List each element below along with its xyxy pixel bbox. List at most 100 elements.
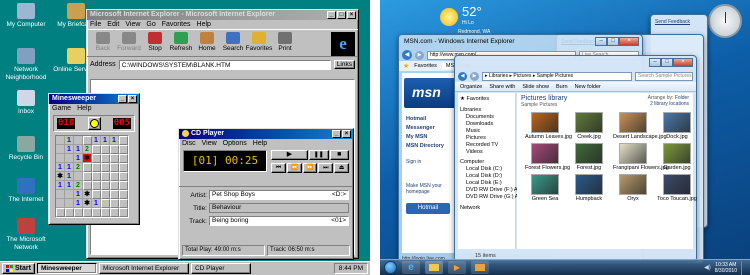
mine-cell[interactable]: 1 [74,190,83,199]
address-input[interactable]: C:\WINDOWS\SYSTEM\BLANK.HTM [118,59,331,70]
mine-cell[interactable]: 1 [74,199,83,208]
mine-cell[interactable]: 1 [92,199,101,208]
start-button[interactable]: Start [2,263,35,274]
print-button[interactable]: Print [272,32,298,52]
artist-select[interactable]: Pet Shop Boys <D:> [209,190,349,200]
hotmail-button[interactable]: Hotmail [406,203,450,214]
mine-cell[interactable]: 1 [65,163,74,172]
play-icon[interactable]: ▶ [271,150,308,160]
mine-cell[interactable] [119,136,128,145]
signin-link[interactable]: Sign in [406,159,421,165]
mine-cell[interactable]: 2 [74,181,83,190]
mine-cell[interactable] [119,145,128,154]
nav-local-disk-d[interactable]: Local Disk (D:) [458,173,515,180]
picture-item[interactable]: Autumn Leaves.jpg [525,112,572,140]
taskbar-item-cd-player[interactable]: CD Player [190,263,251,274]
mine-cell[interactable] [101,181,110,190]
toolbar-burn[interactable]: Burn [556,83,568,90]
picture-item[interactable]: Oryx [613,174,653,202]
maximize-icon[interactable]: □ [661,58,673,67]
mine-cell[interactable] [56,145,65,154]
mine-cell[interactable] [119,181,128,190]
nav-favorites[interactable]: ★ Favorites [458,96,515,103]
mine-cell[interactable] [101,145,110,154]
mine-cell[interactable]: 1 [65,136,74,145]
msn-link-my-msn[interactable]: My MSN [406,133,444,142]
mine-cell[interactable] [56,154,65,163]
mine-cell[interactable] [74,172,83,181]
home-button[interactable]: Home [194,32,220,52]
picture-item[interactable]: Humpback [569,174,609,202]
msn-link-messenger[interactable]: Messenger [406,124,444,133]
mine-cell[interactable] [101,208,110,217]
forward-icon[interactable]: ▶ [415,50,424,60]
tray-date[interactable]: 8/30/2010 [715,268,737,274]
mine-cell[interactable]: 1 [56,181,65,190]
mine-cell[interactable] [119,190,128,199]
search-button[interactable]: Search [220,32,246,52]
mine-cell[interactable]: 2 [83,145,92,154]
library-locations[interactable]: 2 library locations [648,101,689,107]
mine-cell[interactable]: ✱ [83,154,92,163]
mine-cell[interactable] [119,163,128,172]
minimize-icon[interactable]: _ [332,130,341,138]
taskbar-folder-icon[interactable] [471,261,489,274]
msn-link-msn-directory[interactable]: MSN Directory [406,142,444,151]
mine-cell[interactable] [110,199,119,208]
mine-cell[interactable] [92,172,101,181]
nav-downloads[interactable]: Downloads [458,121,515,128]
mine-cell[interactable] [92,190,101,199]
breadcrumb[interactable]: ▸ Libraries ▸ Pictures ▸ Sample Pictures [482,71,632,81]
mine-cell[interactable] [65,154,74,163]
nav-music[interactable]: Music [458,128,515,135]
mine-cell[interactable] [56,136,65,145]
mine-cell[interactable] [101,199,110,208]
pause-icon[interactable]: ❚❚ [309,150,329,160]
close-icon[interactable]: × [342,130,351,138]
mine-cell[interactable] [110,154,119,163]
nav-computer[interactable]: Computer [458,159,515,166]
mine-cell[interactable] [119,208,128,217]
track-select[interactable]: Being boring <01> [209,216,349,226]
msn-link-hotmail[interactable]: Hotmail [406,115,444,124]
refresh-button[interactable]: Refresh [168,32,194,52]
taskbar-media-icon[interactable]: ▶ [448,261,466,274]
picture-item[interactable]: Frangipani Flowers.jpg [613,143,669,171]
nav-documents[interactable]: Documents [458,114,515,121]
mine-cell[interactable]: 1 [65,172,74,181]
favorites-button[interactable]: Favorites [246,32,272,52]
desktop-icon-the-microsoft-network[interactable]: The Microsoft Network [0,218,52,252]
mine-cell[interactable] [65,208,74,217]
mine-cell[interactable] [110,145,119,154]
mine-cell[interactable] [101,154,110,163]
toolbar-share-with[interactable]: Share with [489,83,515,90]
mine-cell[interactable]: 1 [74,145,83,154]
picture-item[interactable]: Creek.jpg [569,112,609,140]
close-icon[interactable]: × [673,58,693,67]
picture-item[interactable]: Desert Landscape.jpg [613,112,667,140]
nav-recorded-tv[interactable]: Recorded TV [458,142,515,149]
mine-cell[interactable]: ✱ [83,190,92,199]
clock-gadget[interactable] [708,4,742,38]
picture-item[interactable]: Garden.jpg [657,143,697,171]
back-icon[interactable]: ◀ [458,71,467,81]
minimize-icon[interactable]: _ [327,11,336,19]
mine-cell[interactable] [83,208,92,217]
mine-cell[interactable] [110,190,119,199]
ie8-titlebar[interactable]: MSN.com - Windows Internet Explorer – □ × [399,35,642,49]
explorer-search[interactable]: Search Sample Pictures [635,71,693,81]
forward-icon[interactable]: ▶ [470,71,479,81]
desktop-icon-network-neighborhood[interactable]: Network Neighborhood [0,48,52,82]
mine-cell[interactable] [110,181,119,190]
nav-local-disk-c[interactable]: Local Disk (C:) [458,166,515,173]
picture-item[interactable]: Green Sea [525,174,565,202]
prev-track-icon[interactable]: ⏮ [271,163,286,173]
smiley-face-icon[interactable] [87,117,101,130]
back-button[interactable]: Back [90,32,116,52]
toolbar-organize[interactable]: Organize [460,83,482,90]
mine-cell[interactable]: ✱ [83,199,92,208]
mine-cell[interactable] [65,190,74,199]
nav-dvd-rw-drive-g-audio[interactable]: DVD RW Drive (G:) Audio [458,194,529,201]
rewind-icon[interactable]: ⏪ [286,163,302,173]
mine-cell[interactable] [92,163,101,172]
